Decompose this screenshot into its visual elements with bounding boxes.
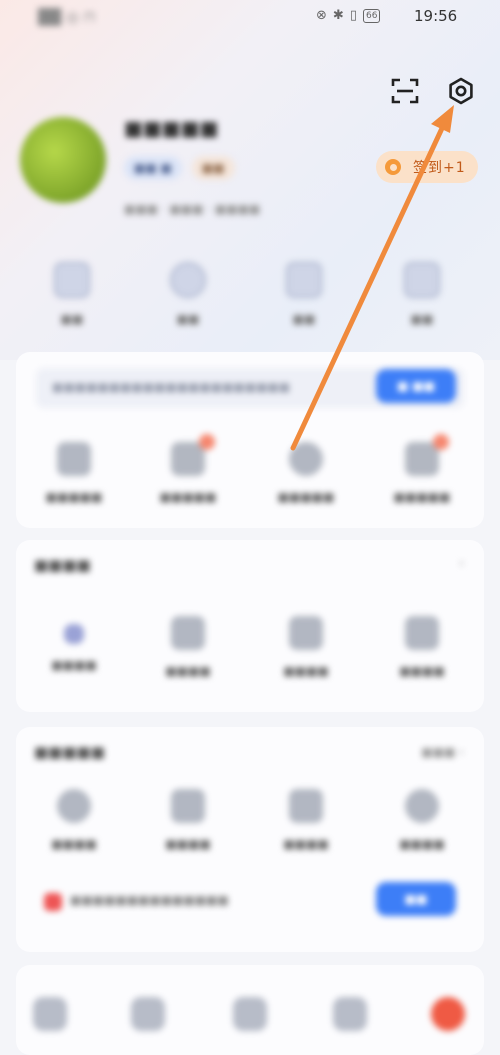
annotation-arrow-icon [290, 105, 454, 451]
